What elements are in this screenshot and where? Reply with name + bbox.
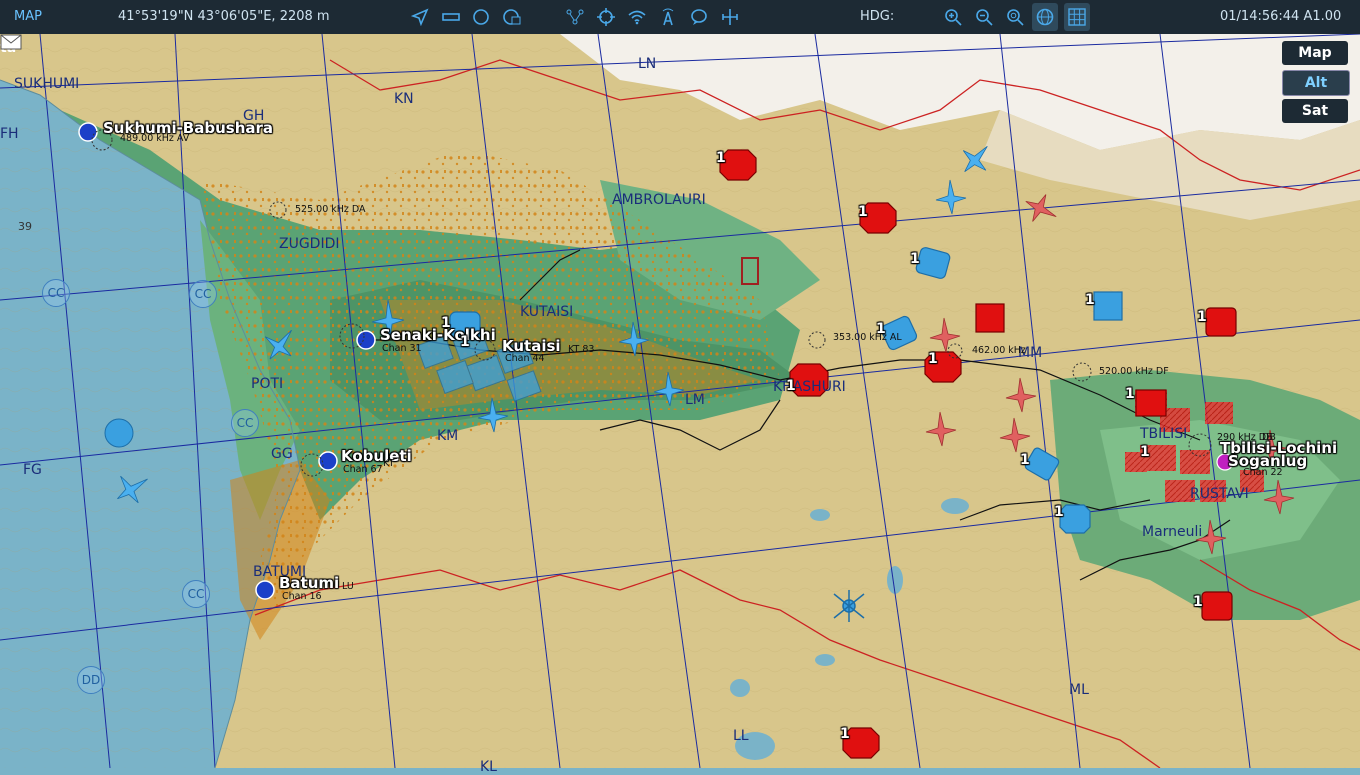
unit-count: 1 — [1140, 444, 1150, 460]
city-label: Marneuli — [1142, 524, 1203, 540]
route-icon[interactable] — [564, 6, 586, 28]
terrain-layer — [0, 34, 1360, 768]
city-label: ZUGDIDI — [279, 236, 340, 252]
airbase-name[interactable]: Soganlug — [1228, 452, 1307, 470]
airbase-freq: 489.00 kHz AV — [120, 133, 190, 144]
grid-label: LL — [733, 728, 749, 744]
navaid-label: 520.00 kHz DF — [1099, 366, 1169, 377]
airbase-name[interactable]: Kobuleti — [341, 447, 412, 465]
map-type-map-button[interactable]: Map — [1282, 41, 1348, 65]
city-label: RUSTAVI — [1190, 486, 1249, 502]
unit-count: 1 — [1125, 386, 1135, 402]
wifi-icon[interactable] — [626, 6, 648, 28]
heading-readout: HDG: — [860, 9, 895, 24]
navaid-label: 462.00 kHz — [972, 345, 1026, 356]
ruler-icon[interactable] — [440, 6, 462, 28]
unit-count: 1 — [910, 251, 920, 267]
grid-label: FG — [23, 462, 42, 478]
city-label: KUTAISI — [520, 304, 574, 320]
time-readout: 01/14:56:44 A1.00 — [1220, 9, 1342, 24]
mail-icon[interactable] — [0, 34, 22, 50]
city-label: KHASHURI — [773, 379, 846, 395]
chat-icon[interactable] — [688, 6, 710, 28]
grid-icon[interactable] — [1064, 3, 1090, 31]
navaid-label: 525.00 kHz DA — [295, 204, 366, 215]
navigate-icon[interactable] — [409, 6, 431, 28]
airbase-chan: Chan 31 — [382, 343, 422, 354]
waypoint-marker[interactable]: CC — [182, 580, 210, 608]
grid-label: GG — [271, 446, 293, 462]
airbase-name[interactable]: Batumi — [279, 574, 339, 592]
zoom-in-icon[interactable] — [942, 6, 964, 28]
target-icon[interactable] — [595, 6, 617, 28]
map-type-sat-button[interactable]: Sat — [1282, 99, 1348, 123]
grid-label: FH — [0, 126, 19, 142]
top-toolbar: MAP 41°53'19"N 43°06'05"E, 2208 m HDG: 0… — [0, 0, 1360, 34]
grid-label: KM — [437, 428, 459, 444]
grid-label: ML — [1069, 682, 1089, 698]
unit-count: 1 — [840, 726, 850, 742]
city-label: POTI — [251, 376, 284, 392]
unit-count: 1 — [441, 315, 451, 331]
antenna-icon[interactable] — [657, 6, 679, 28]
map-canvas[interactable]: LN KN GH FH GG FG KM LM MM ML LL KL SUKH… — [0, 34, 1360, 775]
zoom-fit-icon[interactable] — [1004, 6, 1026, 28]
unit-count: 1 — [1020, 452, 1030, 468]
coordinate-readout: 41°53'19"N 43°06'05"E, 2208 m — [118, 9, 330, 24]
airbase-chan: Chan 44 — [505, 353, 545, 364]
unit-count: 1 — [1197, 309, 1207, 325]
globe-icon[interactable] — [1032, 3, 1058, 31]
navaid-label: 353.00 kHz AL — [833, 332, 902, 343]
city-label: AMBROLAURI — [612, 192, 706, 208]
airbase-freq: KT — [383, 458, 395, 469]
airbase-chan: Chan 16 — [282, 591, 322, 602]
grid-label: KN — [394, 91, 414, 107]
mode-label[interactable]: MAP — [14, 9, 42, 24]
grid-label: LM — [685, 392, 705, 408]
city-label: SUKHUMI — [14, 76, 80, 92]
measure-icon[interactable] — [719, 6, 741, 28]
grid-label: LN — [638, 56, 657, 72]
unit-count: 1 — [1054, 504, 1064, 520]
zoom-out-icon[interactable] — [973, 6, 995, 28]
waypoint-marker[interactable]: CC — [42, 279, 70, 307]
unit-count: 1 — [1193, 594, 1203, 610]
unit-count: 1 — [928, 351, 938, 367]
unit-count: 1 — [460, 334, 470, 350]
unit-count: 1 — [716, 150, 726, 166]
grid-label: KL — [480, 759, 497, 775]
airbase-freq: KT 83 — [568, 344, 595, 355]
unit-count: 1 — [858, 204, 868, 220]
layers-icon[interactable] — [501, 6, 523, 28]
city-label: TBILISI — [1140, 426, 1188, 442]
map-type-alt-button[interactable]: Alt — [1282, 70, 1350, 96]
airbase-chan: Chan 67 — [343, 464, 383, 475]
unit-count: 1 — [786, 378, 796, 394]
unit-count: 1 — [1085, 292, 1095, 308]
airbase-freq: LU — [342, 581, 354, 592]
waypoint-marker[interactable]: DD — [77, 666, 105, 694]
waypoint-marker[interactable]: CC — [231, 409, 259, 437]
message-count: 39 — [18, 220, 32, 233]
waypoint-marker[interactable]: CC — [189, 280, 217, 308]
airbase-name[interactable]: Senaki-Kolkhi — [380, 326, 496, 344]
circle-icon[interactable] — [470, 6, 492, 28]
unit-count: 1 — [876, 321, 886, 337]
navaid-label: 290 kHz DB — [1217, 432, 1273, 443]
